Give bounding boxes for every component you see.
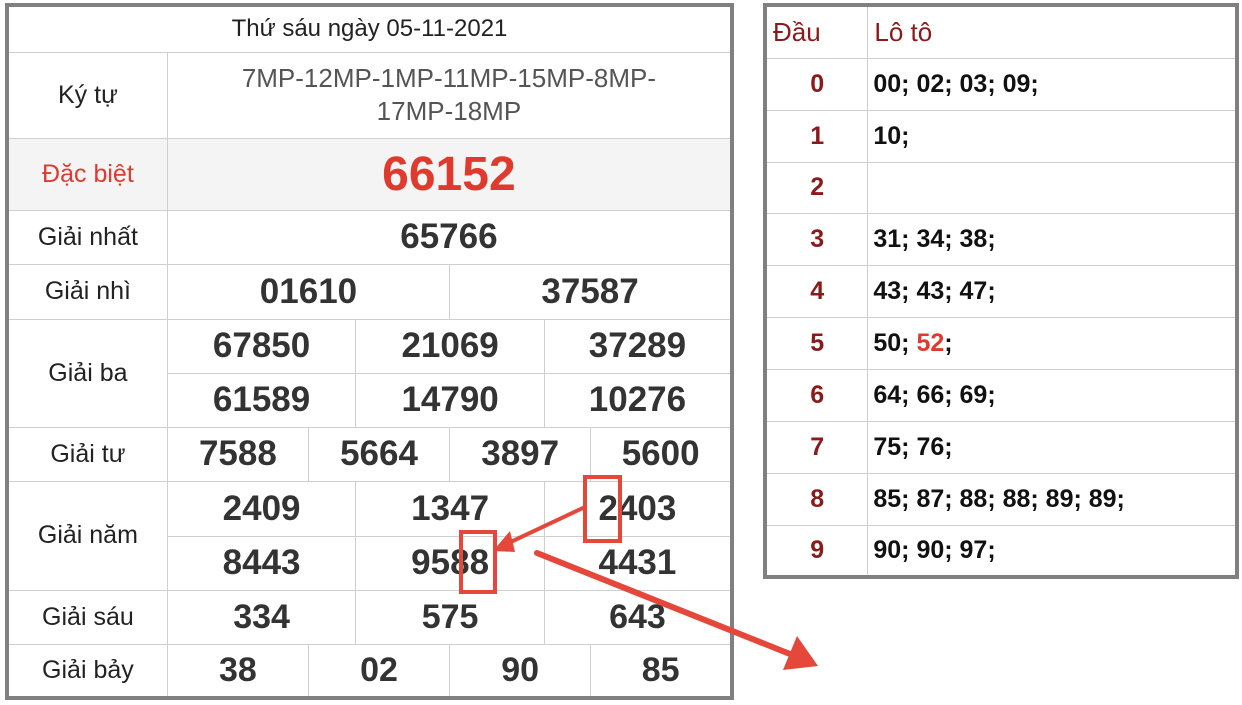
header-dau: Đầu xyxy=(764,4,869,59)
loto-values: 50; 52; xyxy=(867,316,1238,370)
giai-nam-value: 1347 xyxy=(355,480,545,537)
giai-bay-value: 02 xyxy=(307,643,451,699)
giai-ba-value: 37289 xyxy=(543,318,733,374)
ky-tu-sequence: 7MP-12MP-1MP-11MP-15MP-8MP- 17MP-18MP xyxy=(166,51,733,139)
loto-values: 00; 02; 03; 09; xyxy=(867,57,1238,111)
giai-nam-label: Giải năm xyxy=(6,480,168,591)
loto-dau: 7 xyxy=(764,420,869,474)
giai-ba-value: 14790 xyxy=(355,372,545,428)
giai-nam-value: 2403 xyxy=(543,480,733,537)
dac-biet-value: 66152 xyxy=(166,137,733,211)
giai-ba-label: Giải ba xyxy=(6,318,168,428)
loto-dau: 6 xyxy=(764,368,869,422)
giai-nhi-label: Giải nhì xyxy=(6,263,168,320)
giai-sau-value: 334 xyxy=(166,589,357,645)
loto-value-plain: ; xyxy=(944,328,953,357)
loto-dau: 0 xyxy=(764,57,869,111)
loto-dau: 8 xyxy=(764,472,869,526)
giai-tu-label: Giải tư xyxy=(6,426,168,482)
giai-tu-value: 5664 xyxy=(307,426,451,482)
lottery-results-table: Thứ sáu ngày 05-11-2021 Ký tự 7MP-12MP-1… xyxy=(5,3,734,700)
loto-values: 75; 76; xyxy=(867,420,1238,474)
giai-nam-value: 8443 xyxy=(166,535,357,591)
giai-nhat-label: Giải nhất xyxy=(6,209,168,265)
ky-tu-line-2: 17MP-18MP xyxy=(376,96,522,126)
giai-nhi-value: 01610 xyxy=(166,263,451,320)
giai-ba-value: 10276 xyxy=(543,372,733,428)
giai-nam-value: 2409 xyxy=(166,480,357,537)
loto-dau: 3 xyxy=(764,212,869,266)
loto-value-plain: 50; xyxy=(873,328,917,357)
loto-dau: 5 xyxy=(764,316,869,370)
giai-tu-value: 5600 xyxy=(590,426,733,482)
giai-ba-value: 67850 xyxy=(166,318,357,374)
loto-values: 31; 34; 38; xyxy=(867,212,1238,266)
giai-bay-label: Giải bảy xyxy=(6,643,168,699)
loto-value-special: 52 xyxy=(916,328,945,357)
loto-values xyxy=(867,161,1238,214)
giai-tu-value: 3897 xyxy=(449,426,592,482)
loto-values: 85; 87; 88; 88; 89; 89; xyxy=(867,472,1238,526)
giai-nhat-value: 65766 xyxy=(166,209,733,265)
giai-nam-value: 9588 xyxy=(355,535,545,591)
giai-bay-value: 85 xyxy=(590,643,733,699)
draw-date-title: Thứ sáu ngày 05-11-2021 xyxy=(6,4,733,53)
loto-dau: 4 xyxy=(764,264,869,318)
giai-ba-value: 21069 xyxy=(355,318,545,374)
loto-dau: 9 xyxy=(764,524,869,578)
loto-values: 10; xyxy=(867,109,1238,163)
giai-ba-value: 61589 xyxy=(166,372,357,428)
arrow-head-icon xyxy=(783,636,818,670)
loto-values: 43; 43; 47; xyxy=(867,264,1238,318)
giai-tu-value: 7588 xyxy=(166,426,309,482)
giai-bay-value: 38 xyxy=(166,643,309,699)
giai-sau-value: 643 xyxy=(543,589,733,645)
header-loto: Lô tô xyxy=(867,4,1238,59)
ky-tu-label: Ký tự xyxy=(6,51,168,139)
giai-sau-value: 575 xyxy=(355,589,545,645)
loto-values: 64; 66; 69; xyxy=(867,368,1238,422)
giai-bay-value: 90 xyxy=(449,643,592,699)
loto-dau: 1 xyxy=(764,109,869,163)
loto-dau: 2 xyxy=(764,161,869,214)
loto-table: Đầu Lô tô 0 00; 02; 03; 09; 1 10; 2 3 31… xyxy=(763,3,1239,579)
dac-biet-label: Đặc biệt xyxy=(6,137,168,211)
ky-tu-line-1: 7MP-12MP-1MP-11MP-15MP-8MP- xyxy=(241,63,656,93)
giai-sau-label: Giải sáu xyxy=(6,589,168,645)
giai-nam-value: 4431 xyxy=(543,535,733,591)
loto-values: 90; 90; 97; xyxy=(867,524,1238,578)
giai-nhi-value: 37587 xyxy=(449,263,733,320)
